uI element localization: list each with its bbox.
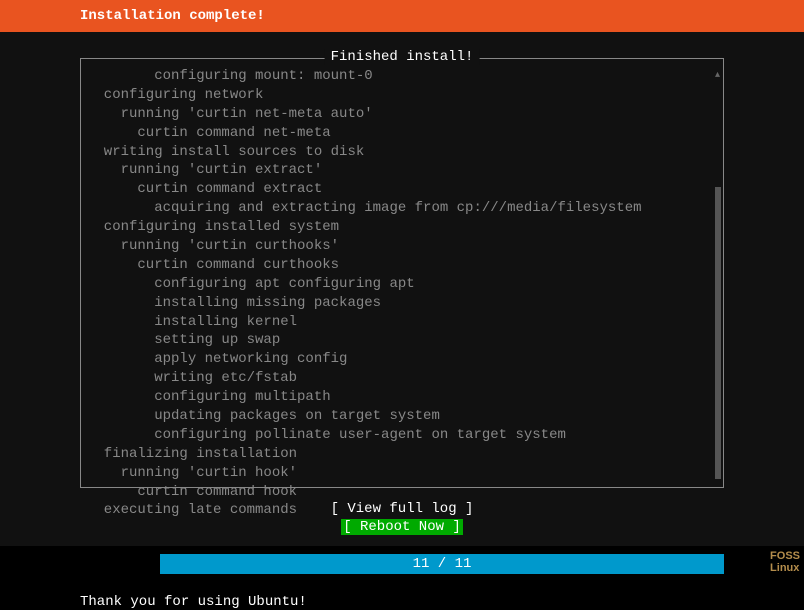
scrollbar[interactable]: ▴	[715, 69, 721, 479]
log-output: configuring mount: mount-0 configuring n…	[87, 67, 717, 520]
content-area: Finished install! configuring mount: mou…	[0, 38, 804, 546]
header-title: Installation complete!	[80, 4, 804, 28]
progress-text: 11 / 11	[413, 556, 472, 572]
watermark: FOSS Linux	[770, 550, 800, 574]
scroll-up-icon[interactable]: ▴	[715, 69, 720, 81]
box-title: Finished install!	[325, 49, 480, 65]
reboot-now-button[interactable]: [ Reboot Now ]	[341, 519, 463, 535]
header-bar: Installation complete!	[0, 0, 804, 32]
footer-text: Thank you for using Ubuntu!	[80, 594, 804, 610]
progress-bar: 11 / 11	[160, 554, 724, 574]
watermark-line1: FOSS	[770, 550, 800, 562]
scroll-thumb[interactable]	[715, 187, 721, 479]
watermark-line2: Linux	[770, 562, 800, 574]
install-log-box: Finished install! configuring mount: mou…	[80, 58, 724, 488]
